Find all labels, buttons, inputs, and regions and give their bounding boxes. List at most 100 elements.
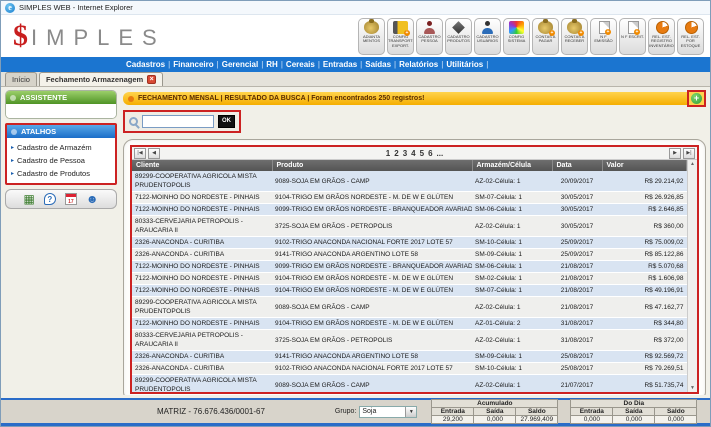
table-row[interactable]: 80333-CERVEJARIA PETROPOLIS - ARAUCARIA … [132, 330, 687, 351]
totals-header-sa-da: Saída [613, 408, 655, 416]
menu-item-financeiro[interactable]: Financeiro [170, 60, 216, 69]
table-row[interactable]: 2326-ANACONDA - CURITIBA9102-TRIGO ANACO… [132, 237, 687, 249]
page-number-3[interactable]: 3 [401, 149, 409, 158]
cell-cliente: 2326-ANACONDA - CURITIBA [132, 351, 272, 363]
toolbar-button-contas-a-pagar[interactable]: CONTAS A PAGAR [532, 18, 559, 55]
chevron-down-icon[interactable]: ▼ [405, 407, 416, 417]
table-row[interactable]: 7122-MOINHO DO NORDESTE - PINHAIS9099-TR… [132, 261, 687, 273]
toolbar-button-n-f-escrit[interactable]: N F ESCRIT. [619, 18, 646, 55]
column-header-armaz-m-c-lula[interactable]: Armazém/Célula [472, 160, 552, 171]
assistente-header[interactable]: ASSISTENTE [6, 91, 116, 104]
tab-in-cio[interactable]: Início [5, 72, 37, 86]
add-record-button[interactable]: + [691, 93, 702, 104]
pagination-bar: |◀ ◀ 123456... ▶ ▶| [132, 147, 697, 160]
page-number-2[interactable]: 2 [392, 149, 400, 158]
page-number-6[interactable]: 6 [426, 149, 434, 158]
cell-data: 31/08/2017 [552, 330, 602, 351]
toolbar-button-contas-a-receber[interactable]: CONTAS A RECEBER [561, 18, 588, 55]
cell-data: 31/08/2017 [552, 318, 602, 330]
scroll-up-icon[interactable]: ▲ [690, 161, 695, 167]
table-row[interactable]: 2326-ANACONDA - CURITIBA9102-TRIGO ANACO… [132, 363, 687, 375]
prev-page-button[interactable]: ◀ [148, 148, 160, 159]
atalhos-header[interactable]: ATALHOS [7, 125, 115, 138]
totals-title: Do Dia [571, 400, 697, 408]
calendar-icon[interactable]: 17 [65, 193, 77, 205]
calculator-icon[interactable]: ▦ [24, 193, 35, 205]
menu-item-sa-das[interactable]: Saídas [362, 60, 394, 69]
table-row[interactable]: 2326-ANACONDA - CURITIBA9141-TRIGO ANACO… [132, 249, 687, 261]
table-row[interactable]: 89299-COOPERATIVA AGRICOLA MISTA PRUDENT… [132, 297, 687, 318]
table-row[interactable]: 7122-MOINHO DO NORDESTE - PINHAIS9104-TR… [132, 273, 687, 285]
user-icon[interactable]: ☻ [86, 193, 99, 205]
cell-produto: 9104-TRIGO EM GRÃOS NORDESTE - M. DE W E… [272, 273, 472, 285]
menu-item-gerencial[interactable]: Gerencial [219, 60, 261, 69]
menu-item-utilit-rios[interactable]: Utilitários [443, 60, 486, 69]
table-scrollbar[interactable]: ▲ ▼ [687, 160, 697, 392]
cell-data: 30/05/2017 [552, 192, 602, 204]
cell-armazem: SM-07-Célula: 1 [472, 192, 552, 204]
do-dia-table: Do DiaEntradaSaídaSaldo0,0000,0000,000 [570, 399, 697, 424]
toolbar-button-cadastro-pessoa[interactable]: CADASTRO PESSOA [416, 18, 443, 55]
next-page-button[interactable]: ▶ [669, 148, 681, 159]
totals-title-row: Do Dia [571, 400, 697, 408]
cell-armazem: AZ-02-Célula: 1 [472, 330, 552, 351]
close-tab-icon[interactable]: × [147, 75, 156, 84]
table-row[interactable]: 7122-MOINHO DO NORDESTE - PINHAIS9104-TR… [132, 318, 687, 330]
table-row[interactable]: 89299-COOPERATIVA AGRICOLA MISTA PRUDENT… [132, 375, 687, 393]
sidebar-item-cadastro-de-produtos[interactable]: ▸Cadastro de Produtos [9, 167, 113, 180]
cell-valor: R$ 344,80 [602, 318, 687, 330]
table-row[interactable]: 2326-ANACONDA - CURITIBA9141-TRIGO ANACO… [132, 351, 687, 363]
sidebar-item-cadastro-de-armaz-m[interactable]: ▸Cadastro de Armazém [9, 141, 113, 154]
arrow-right-icon: ▸ [11, 144, 14, 151]
toolbar-button-rel-est-registro-invent-rio[interactable]: REL. EST. REGISTRO INVENTÁRIO [648, 18, 675, 55]
search-ok-button[interactable]: OK [218, 115, 235, 128]
assistente-title: ASSISTENTE [20, 93, 67, 102]
column-header-valor[interactable]: Valor [602, 160, 687, 171]
cell-armazem: AZ-02-Célula: 1 [472, 171, 552, 192]
page-number-5[interactable]: 5 [418, 149, 426, 158]
table-row[interactable]: 89299-COOPERATIVA AGRICOLA MISTA PRUDENT… [132, 171, 687, 192]
app-header: $ IMPLES ADIANTA MENTOSCONFIG TRANSPORTE… [1, 15, 710, 57]
grupo-select[interactable]: Soja ▼ [359, 406, 417, 418]
table-row[interactable]: 80333-CERVEJARIA PETROPOLIS - ARAUCARIA … [132, 216, 687, 237]
toolbar-button-cadastro-usu-rios[interactable]: CADASTRO USUÁRIOS [474, 18, 501, 55]
column-header-cliente[interactable]: Cliente [132, 160, 272, 171]
tab-fechamento-armazenagem[interactable]: Fechamento Armazenagem × [39, 72, 163, 86]
column-header-produto[interactable]: Produto [272, 160, 472, 171]
page-number-[interactable]: ... [435, 149, 446, 158]
arrow-right-icon: ▸ [11, 170, 14, 177]
column-header-data[interactable]: Data [552, 160, 602, 171]
first-page-button[interactable]: |◀ [134, 148, 146, 159]
toolbar-button-adianta-mentos[interactable]: ADIANTA MENTOS [358, 18, 385, 55]
cell-cliente: 89299-COOPERATIVA AGRICOLA MISTA PRUDENT… [132, 297, 272, 318]
table-row[interactable]: 7122-MOINHO DO NORDESTE - PINHAIS9099-TR… [132, 204, 687, 216]
toolbar-button-cadastro-produtos[interactable]: CADASTRO PRODUTOS [445, 18, 472, 55]
atalhos-list: ▸Cadastro de Armazém▸Cadastro de Pessoa▸… [7, 138, 115, 183]
menu-item-cadastros[interactable]: Cadastros [123, 60, 168, 69]
help-icon[interactable]: ? [44, 193, 56, 205]
toolbar-button-rel-est-por-estoque[interactable]: REL. EST. POR ESTOQUE [677, 18, 704, 55]
totals-header-saldo: Saldo [655, 408, 697, 416]
table-row[interactable]: 7122-MOINHO DO NORDESTE - PINHAIS9104-TR… [132, 285, 687, 297]
cell-data: 25/08/2017 [552, 363, 602, 375]
sidebar-item-cadastro-de-pessoa[interactable]: ▸Cadastro de Pessoa [9, 154, 113, 167]
menu-item-relat-rios[interactable]: Relatórios [396, 60, 441, 69]
tab-label: Fechamento Armazenagem [46, 75, 143, 84]
toolbar-button-n-f-emiss-o[interactable]: N F EMISSÃO [590, 18, 617, 55]
totals-value-row: 29,2000,00027.969,409 [432, 416, 558, 424]
scroll-down-icon[interactable]: ▼ [690, 385, 695, 391]
search-input[interactable] [142, 115, 214, 128]
toolbar-button-config-transporte-export[interactable]: CONFIG TRANSPORTE EXPORT. [387, 18, 414, 55]
cell-cliente: 80333-CERVEJARIA PETROPOLIS - ARAUCARIA … [132, 216, 272, 237]
menu-item-entradas[interactable]: Entradas [320, 60, 360, 69]
page-number-4[interactable]: 4 [409, 149, 417, 158]
table-row[interactable]: 7122-MOINHO DO NORDESTE - PINHAIS9104-TR… [132, 192, 687, 204]
cell-produto: 9099-TRIGO EM GRÃOS NORDESTE - BRANQUEAD… [272, 204, 472, 216]
cell-produto: 9102-TRIGO ANACONDA NACIONAL FORTE 2017 … [272, 363, 472, 375]
page-number-1[interactable]: 1 [384, 149, 392, 158]
menu-item-cereais[interactable]: Cereais [283, 60, 318, 69]
arrow-right-icon: ▸ [11, 157, 14, 164]
menu-item-rh[interactable]: RH [263, 60, 281, 69]
last-page-button[interactable]: ▶| [683, 148, 695, 159]
toolbar-button-config-sistema[interactable]: CONFIG SISTEMA [503, 18, 530, 55]
